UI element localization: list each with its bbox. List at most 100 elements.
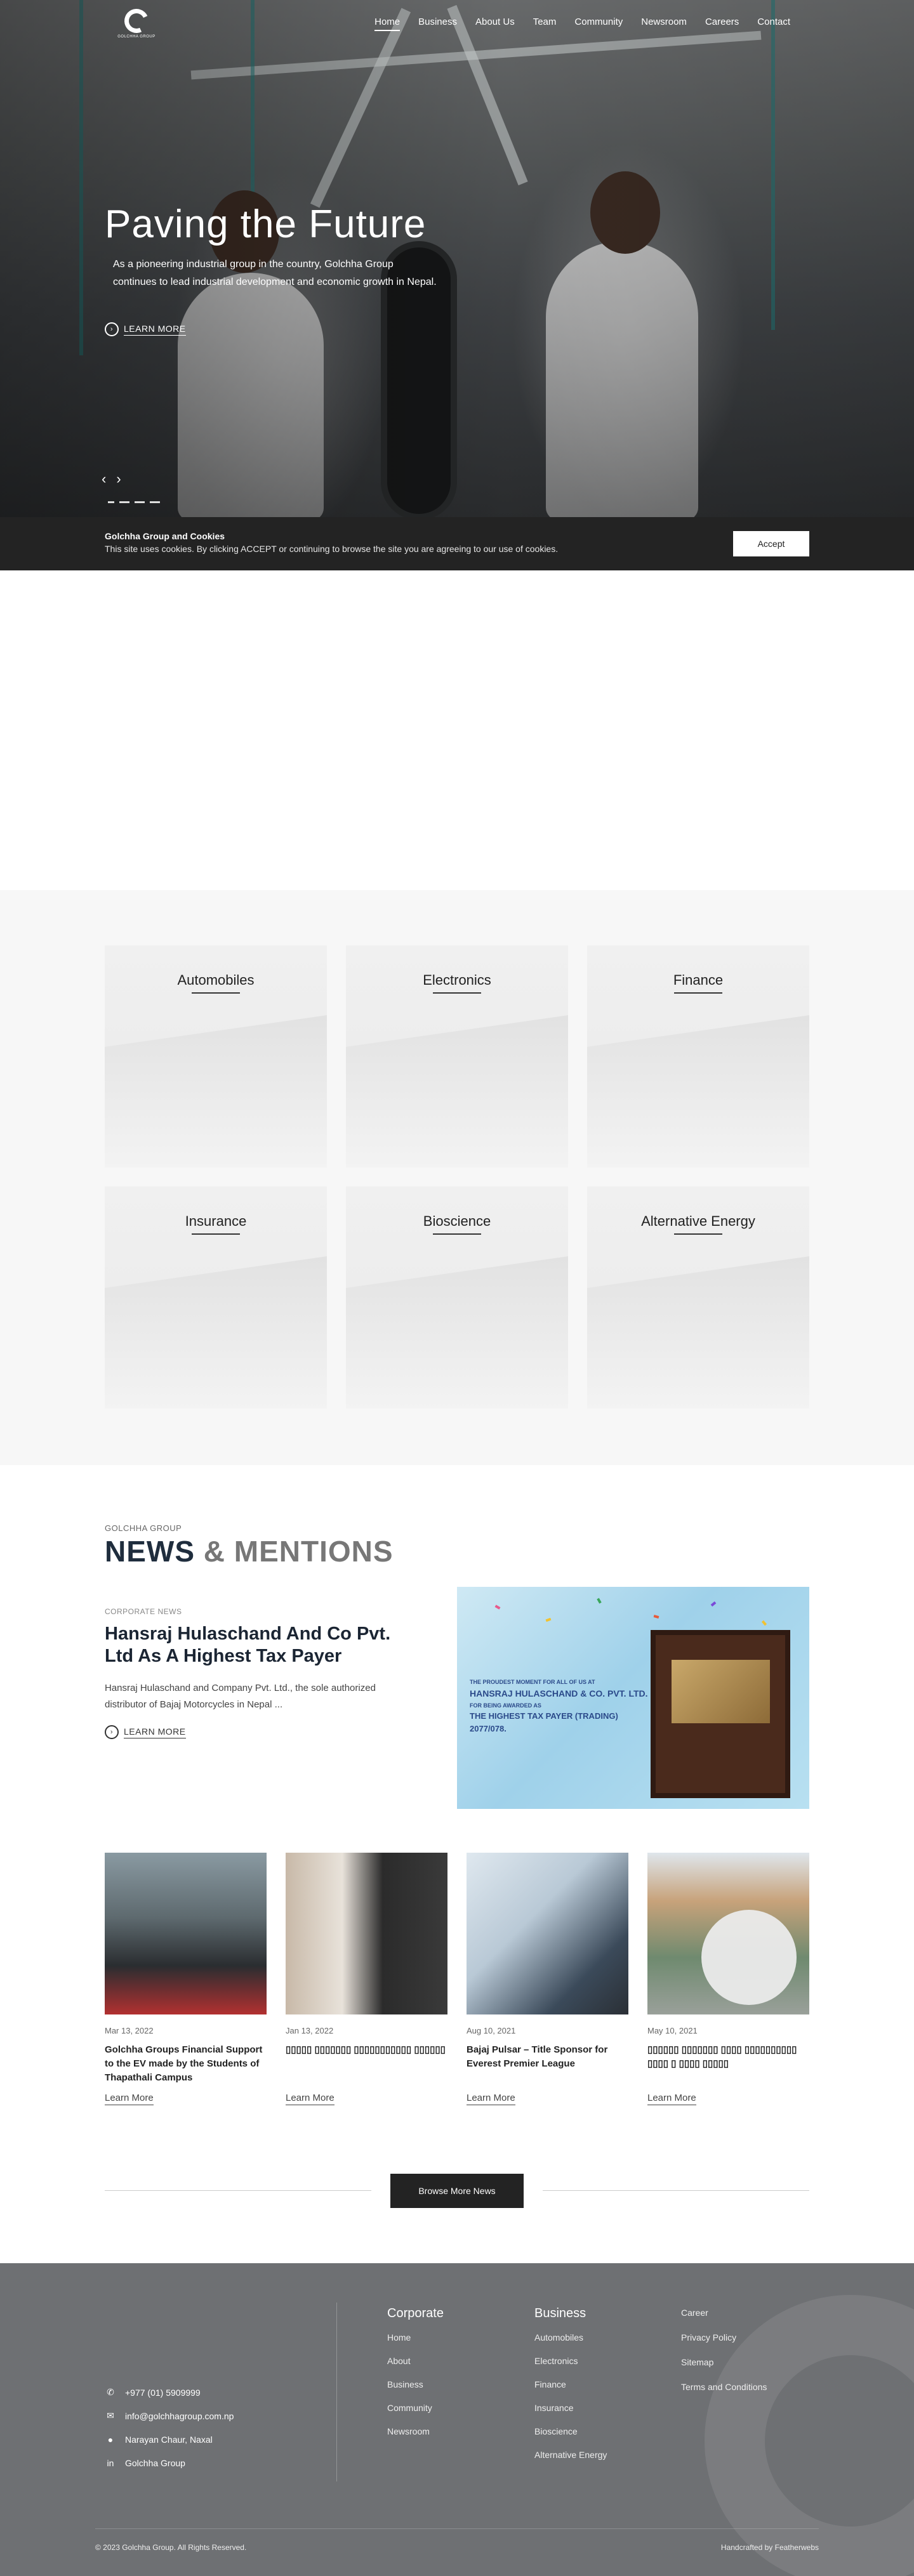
accept-cookies-button[interactable]: Accept bbox=[733, 531, 809, 556]
news-card-learn-more-link[interactable]: Learn More bbox=[647, 2093, 696, 2105]
arrow-right-circle-icon: › bbox=[105, 322, 119, 336]
footer-link[interactable]: Newsroom bbox=[387, 2426, 444, 2450]
chevron-left-icon[interactable]: ‹ bbox=[102, 471, 106, 487]
business-card-bioscience[interactable]: Bioscience bbox=[346, 1186, 568, 1409]
news-card-date: Mar 13, 2022 bbox=[105, 2026, 154, 2035]
nav-team[interactable]: Team bbox=[533, 16, 557, 31]
news-card-image[interactable] bbox=[105, 1853, 267, 2014]
news-card-title[interactable]: Golchha Groups Financial Support to the … bbox=[105, 2043, 267, 2085]
business-card-electronics[interactable]: Electronics bbox=[346, 945, 568, 1167]
footer-col-corporate: Corporate Home About Business Community … bbox=[387, 2306, 444, 2450]
hero-learn-more-link[interactable]: › LEARN MORE bbox=[105, 322, 186, 336]
slider-dot[interactable] bbox=[108, 501, 114, 503]
featured-learn-more-link[interactable]: › LEARN MORE bbox=[105, 1725, 186, 1739]
news-heading-strong: NEWS bbox=[105, 1535, 195, 1568]
footer-col-heading: Corporate bbox=[387, 2306, 444, 2320]
news-card-title[interactable]: ▯▯▯▯▯ ▯▯▯▯▯▯▯ ▯▯▯▯▯▯▯▯▯▯▯ ▯▯▯▯▯▯ bbox=[286, 2043, 447, 2085]
divider bbox=[543, 2190, 809, 2191]
business-card-automobiles[interactable]: Automobiles bbox=[105, 945, 327, 1167]
contact-linkedin[interactable]: in Golchha Group bbox=[105, 2451, 234, 2474]
news-card-image[interactable] bbox=[647, 1853, 809, 2014]
card-bg-shape bbox=[587, 1256, 809, 1409]
news-card-learn-more-link[interactable]: Learn More bbox=[286, 2093, 334, 2105]
linkedin-icon: in bbox=[107, 2457, 114, 2468]
footer-col-business: Business Automobiles Electronics Finance… bbox=[534, 2306, 607, 2473]
confetti bbox=[494, 1605, 501, 1610]
nav-about-us[interactable]: About Us bbox=[475, 16, 515, 31]
title-underline bbox=[674, 992, 722, 994]
business-card-alternative-energy[interactable]: Alternative Energy bbox=[587, 1186, 809, 1409]
news-card-image[interactable] bbox=[467, 1853, 628, 2014]
slider-dot[interactable] bbox=[119, 501, 129, 503]
footer-link[interactable]: Career bbox=[681, 2308, 767, 2332]
news-card-learn-more-link[interactable]: Learn More bbox=[105, 2093, 154, 2105]
footer-link[interactable]: Sitemap bbox=[681, 2357, 767, 2382]
news-card-title[interactable]: ▯▯▯▯▯▯ ▯▯▯▯▯▯▯ ▯▯▯▯ ▯▯▯▯▯▯▯▯▯▯ ▯▯▯▯ ▯ ▯▯… bbox=[647, 2043, 809, 2085]
news-card-date: Aug 10, 2021 bbox=[467, 2026, 516, 2035]
footer-link[interactable]: Privacy Policy bbox=[681, 2332, 767, 2357]
news-card[interactable]: Mar 13, 2022 Golchha Groups Financial Su… bbox=[105, 1853, 267, 2105]
footer-link[interactable]: About bbox=[387, 2356, 444, 2379]
featured-category: CORPORATE NEWS bbox=[105, 1607, 182, 1616]
credit-link[interactable]: Handcrafted by Featherwebs bbox=[721, 2543, 819, 2552]
business-card-title: Automobiles bbox=[177, 972, 255, 988]
business-card-title: Electronics bbox=[423, 972, 491, 988]
footer-link[interactable]: Business bbox=[387, 2379, 444, 2403]
nav-careers[interactable]: Careers bbox=[705, 16, 739, 31]
featured-title[interactable]: Hansraj Hulaschand And Co Pvt. Ltd As A … bbox=[105, 1623, 403, 1667]
footer-link[interactable]: Electronics bbox=[534, 2356, 607, 2379]
footer-link[interactable]: Automobiles bbox=[534, 2332, 607, 2356]
business-card-finance[interactable]: Finance bbox=[587, 945, 809, 1167]
footer-link[interactable]: Alternative Energy bbox=[534, 2450, 607, 2473]
contact-phone[interactable]: ✆ +977 (01) 5909999 bbox=[105, 2381, 234, 2404]
news-card-learn-more-link[interactable]: Learn More bbox=[467, 2093, 515, 2105]
footer-link[interactable]: Home bbox=[387, 2332, 444, 2356]
cookie-text: This site uses cookies. By clicking ACCE… bbox=[105, 544, 559, 554]
footer-col-heading: Business bbox=[534, 2306, 586, 2320]
featured-news-image[interactable]: THE PROUDEST MOMENT FOR ALL OF US AT HAN… bbox=[457, 1587, 809, 1809]
contact-address[interactable]: ● Narayan Chaur, Naxal bbox=[105, 2428, 234, 2451]
business-card-title: Bioscience bbox=[423, 1213, 491, 1229]
news-card[interactable]: May 10, 2021 ▯▯▯▯▯▯ ▯▯▯▯▯▯▯ ▯▯▯▯ ▯▯▯▯▯▯▯… bbox=[647, 1853, 809, 2105]
hero-title: Paving the Future bbox=[105, 202, 427, 246]
image-caption-line: HANSRAJ HULASCHAND & CO. PVT. LTD. bbox=[470, 1688, 648, 1699]
logo-g-icon bbox=[121, 5, 152, 37]
browse-more-news-button[interactable]: Browse More News bbox=[390, 2174, 524, 2208]
cookie-banner: Golchha Group and Cookies This site uses… bbox=[0, 517, 914, 570]
footer-link[interactable]: Bioscience bbox=[534, 2426, 607, 2450]
brand-logo[interactable]: GOLCHHA GROUP bbox=[114, 5, 159, 46]
title-underline bbox=[192, 1233, 240, 1235]
site-footer: ✆ +977 (01) 5909999 ✉ info@golchhagroup.co… bbox=[0, 2263, 914, 2576]
logo-wordmark: GOLCHHA GROUP bbox=[117, 35, 156, 39]
footer-col-misc: Career Privacy Policy Sitemap Terms and … bbox=[681, 2308, 767, 2407]
news-card[interactable]: Jan 13, 2022 ▯▯▯▯▯ ▯▯▯▯▯▯▯ ▯▯▯▯▯▯▯▯▯▯▯ ▯… bbox=[286, 1853, 447, 2105]
business-card-title: Insurance bbox=[185, 1213, 247, 1229]
news-card-image[interactable] bbox=[286, 1853, 447, 2014]
browse-more-row: Browse More News bbox=[105, 2174, 809, 2208]
chevron-right-icon[interactable]: › bbox=[116, 471, 121, 487]
address-text: Narayan Chaur, Naxal bbox=[125, 2434, 213, 2445]
slider-dot[interactable] bbox=[150, 501, 160, 503]
image-caption-line: FOR BEING AWARDED AS bbox=[470, 1702, 541, 1709]
footer-link[interactable]: Community bbox=[387, 2403, 444, 2426]
footer-link[interactable]: Terms and Conditions bbox=[681, 2382, 767, 2407]
business-card-insurance[interactable]: Insurance bbox=[105, 1186, 327, 1409]
nav-contact[interactable]: Contact bbox=[757, 16, 790, 31]
image-caption-line: THE PROUDEST MOMENT FOR ALL OF US AT bbox=[470, 1679, 595, 1685]
image-caption-line: THE HIGHEST TAX PAYER (TRADING) bbox=[470, 1711, 618, 1721]
news-card-title[interactable]: Bajaj Pulsar – Title Sponsor for Everest… bbox=[467, 2043, 628, 2085]
news-card[interactable]: Aug 10, 2021 Bajaj Pulsar – Title Sponso… bbox=[467, 1853, 628, 2105]
nav-home[interactable]: Home bbox=[374, 16, 401, 31]
email-text: info@golchhagroup.com.np bbox=[125, 2410, 234, 2421]
nav-community[interactable]: Community bbox=[574, 16, 623, 31]
footer-divider bbox=[336, 2303, 337, 2481]
contact-email[interactable]: ✉ info@golchhagroup.com.np bbox=[105, 2404, 234, 2428]
footer-link[interactable]: Finance bbox=[534, 2379, 607, 2403]
footer-link[interactable]: Insurance bbox=[534, 2403, 607, 2426]
nav-business[interactable]: Business bbox=[418, 16, 457, 31]
nav-newsroom[interactable]: Newsroom bbox=[641, 16, 687, 31]
title-underline bbox=[674, 1233, 722, 1235]
title-underline bbox=[433, 1233, 481, 1235]
card-bg-shape bbox=[346, 1256, 568, 1409]
slider-dot[interactable] bbox=[135, 501, 145, 503]
